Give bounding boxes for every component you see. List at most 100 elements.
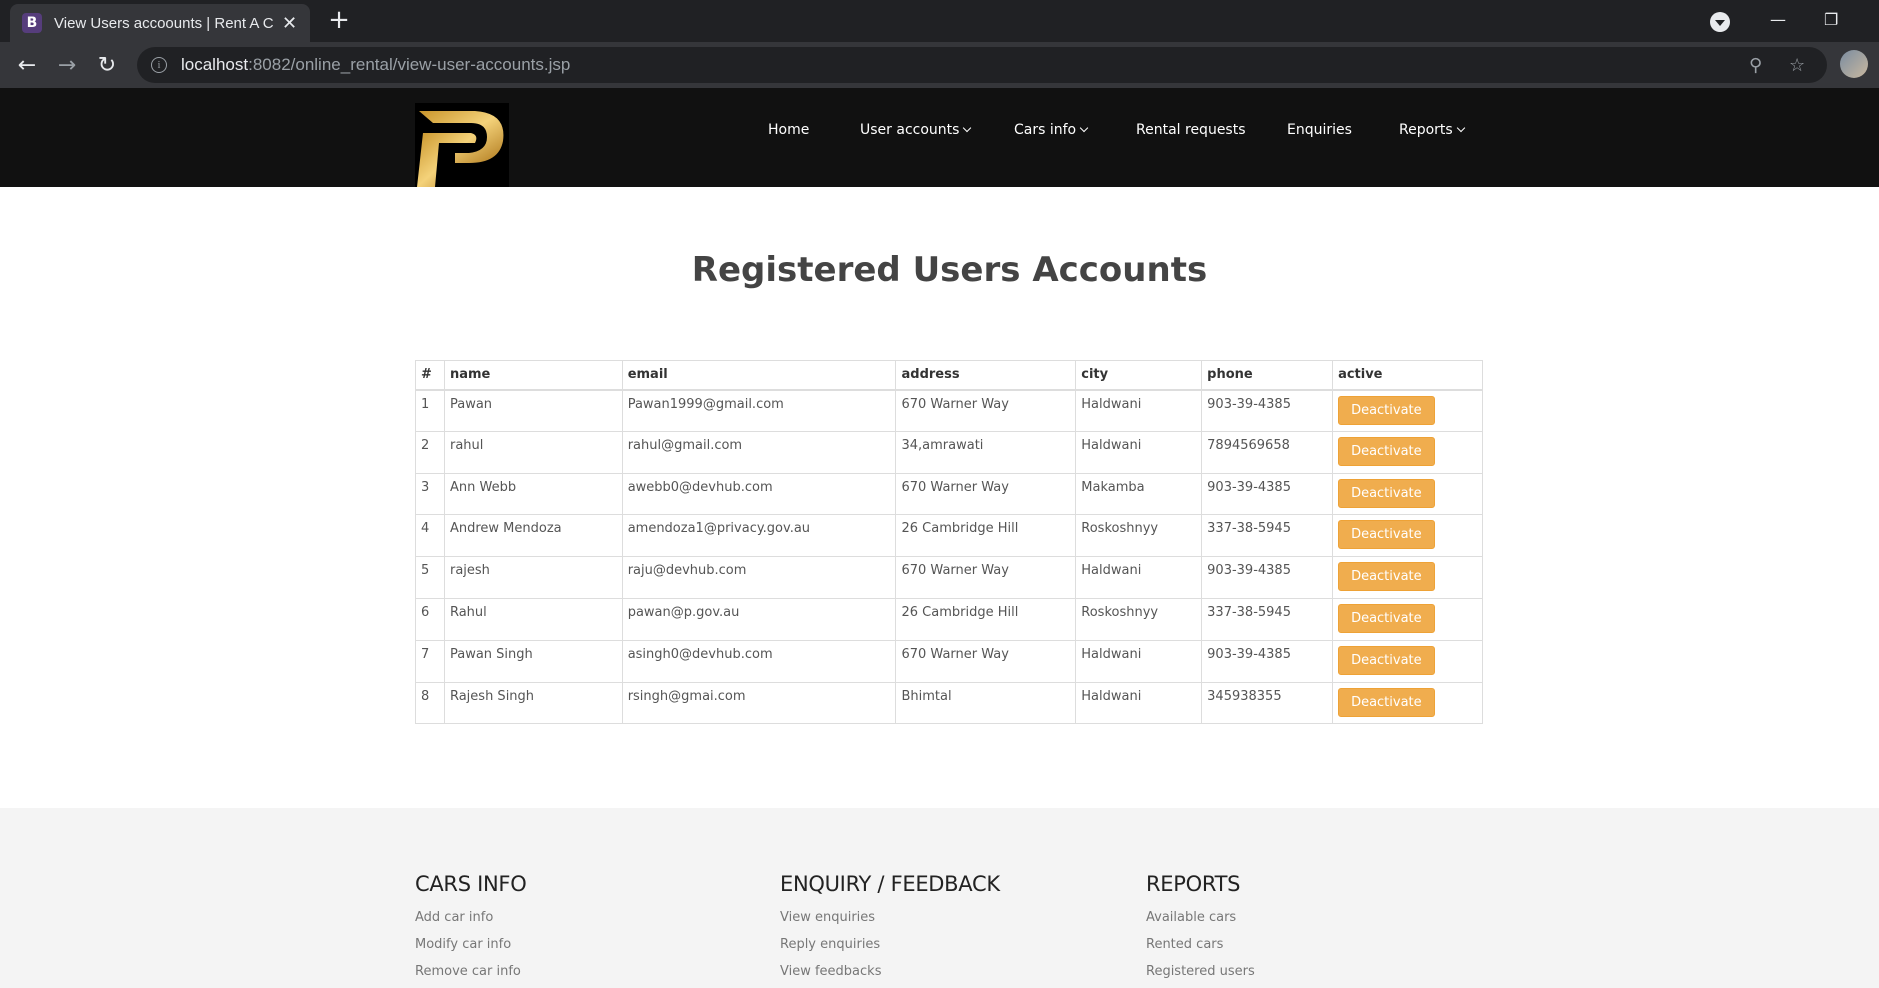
cell-city: Roskoshnyy — [1075, 514, 1203, 558]
cell-name: Pawan Singh — [443, 639, 623, 683]
deactivate-button[interactable]: Deactivate — [1338, 603, 1435, 633]
cell-active: Deactivate — [1332, 472, 1483, 516]
deactivate-button[interactable]: Deactivate — [1338, 478, 1435, 508]
cell-email: Pawan1999@gmail.com — [621, 389, 897, 432]
cell-phone: 903-39-4385 — [1201, 556, 1334, 599]
cell-phone: 337-38-5945 — [1201, 597, 1334, 641]
cell-city: Haldwani — [1075, 389, 1203, 432]
nav-rental-requests[interactable]: Rental requests — [1136, 122, 1246, 138]
cell-email: amendoza1@privacy.gov.au — [621, 514, 897, 558]
footer-link[interactable]: Add car info — [415, 910, 526, 925]
deactivate-button[interactable]: Deactivate — [1338, 520, 1435, 550]
cell-active: Deactivate — [1332, 681, 1483, 725]
cell-number: 1 — [415, 389, 445, 432]
nav-user-accounts[interactable]: User accounts — [860, 122, 972, 138]
cell-name: Rajesh Singh — [443, 681, 623, 725]
cell-email: raju@devhub.com — [621, 556, 897, 599]
cell-city: Haldwani — [1075, 556, 1203, 599]
chevron-down-icon — [963, 123, 972, 133]
minimize-icon[interactable]: — — [1770, 10, 1786, 29]
column-header-phone: phone — [1201, 360, 1334, 391]
site-header: Home User accounts Cars info Rental requ… — [0, 88, 1879, 187]
cell-city: Haldwani — [1075, 681, 1203, 725]
zoom-icon[interactable]: ⚲ — [1749, 55, 1762, 76]
column-header-address: address — [895, 360, 1077, 391]
footer-link[interactable]: Rented cars — [1146, 937, 1255, 952]
table-row: 4 Andrew Mendoza amendoza1@privacy.gov.a… — [415, 514, 1483, 558]
cell-address: 670 Warner Way — [895, 472, 1077, 516]
profile-avatar[interactable] — [1840, 50, 1868, 78]
deactivate-button[interactable]: Deactivate — [1338, 436, 1435, 466]
cell-city: Haldwani — [1075, 639, 1203, 683]
info-icon[interactable]: i — [151, 57, 167, 73]
cell-number: 3 — [415, 472, 445, 516]
table-row: 8 Rajesh Singh rsingh@gmai.com Bhimtal H… — [415, 681, 1483, 725]
cell-phone: 337-38-5945 — [1201, 514, 1334, 558]
table-row: 3 Ann Webb awebb0@devhub.com 670 Warner … — [415, 472, 1483, 516]
nav-reports[interactable]: Reports — [1399, 122, 1465, 138]
chevron-down-icon — [1456, 123, 1465, 133]
cell-phone: 7894569658 — [1201, 430, 1334, 474]
deactivate-button[interactable]: Deactivate — [1338, 562, 1435, 592]
address-bar[interactable]: i localhost:8082/online_rental/view-user… — [137, 47, 1827, 83]
browser-toolbar: ← → ↻ i localhost:8082/online_rental/vie… — [0, 42, 1879, 88]
deactivate-button[interactable]: Deactivate — [1338, 687, 1435, 717]
cell-active: Deactivate — [1332, 389, 1483, 432]
nav-cars-info[interactable]: Cars info — [1014, 122, 1089, 138]
media-control-icon[interactable] — [1710, 12, 1730, 32]
logo-p-mark — [417, 111, 504, 187]
table-header-row: # name email address city phone active — [415, 360, 1483, 391]
bootstrap-favicon-icon: B — [22, 13, 42, 33]
table-row: 5 rajesh raju@devhub.com 670 Warner Way … — [415, 556, 1483, 599]
footer-heading: CARS INFO — [415, 872, 527, 896]
url-text[interactable]: localhost:8082/online_rental/view-user-a… — [181, 55, 570, 75]
cell-phone: 345938355 — [1201, 681, 1334, 725]
cell-phone: 903-39-4385 — [1201, 639, 1334, 683]
column-header-active: active — [1332, 360, 1483, 391]
back-arrow-icon[interactable]: ← — [14, 52, 40, 78]
new-tab-button[interactable]: + — [325, 5, 353, 35]
table-row: 7 Pawan Singh asingh0@devhub.com 670 War… — [415, 639, 1483, 683]
cell-name: Ann Webb — [443, 472, 623, 516]
footer-heading: REPORTS — [1146, 872, 1241, 896]
site-footer: CARS INFO Add car info Modify car info R… — [0, 808, 1879, 988]
page-title: Registered Users Accounts — [691, 250, 1208, 290]
cell-phone: 903-39-4385 — [1201, 472, 1334, 516]
column-header-email: email — [621, 360, 897, 391]
cell-name: Andrew Mendoza — [443, 514, 623, 558]
footer-link[interactable]: Reply enquiries — [780, 937, 1000, 952]
nav-home[interactable]: Home — [768, 122, 809, 138]
browser-tabbar: B View Users accoounts | Rent A Car ✕ + … — [0, 0, 1879, 42]
forward-arrow-icon[interactable]: → — [54, 52, 80, 78]
bookmark-star-icon[interactable]: ☆ — [1789, 55, 1805, 76]
footer-link[interactable]: Registered users — [1146, 964, 1255, 979]
deactivate-button[interactable]: Deactivate — [1338, 395, 1435, 425]
nav-enquiries[interactable]: Enquiries — [1287, 122, 1352, 138]
cell-city: Roskoshnyy — [1075, 597, 1203, 641]
cell-city: Haldwani — [1075, 430, 1203, 474]
footer-link[interactable]: Modify car info — [415, 937, 526, 952]
footer-column-reports: REPORTS Available cars Rented cars Regis… — [1146, 872, 1255, 988]
cell-name: Rahul — [443, 597, 623, 641]
footer-link[interactable]: View feedbacks — [780, 964, 1000, 979]
column-header-name: name — [443, 360, 623, 391]
cell-address: 670 Warner Way — [895, 556, 1077, 599]
cell-address: 670 Warner Way — [895, 639, 1077, 683]
cell-phone: 903-39-4385 — [1201, 389, 1334, 432]
footer-link[interactable]: Remove car info — [415, 964, 526, 979]
cell-name: rajesh — [443, 556, 623, 599]
browser-tab[interactable]: B View Users accoounts | Rent A Car ✕ — [10, 4, 310, 42]
deactivate-button[interactable]: Deactivate — [1338, 645, 1435, 675]
close-tab-icon[interactable]: ✕ — [282, 13, 297, 34]
footer-heading: ENQUIRY / FEEDBACK — [780, 872, 1000, 896]
restore-icon[interactable]: ❐ — [1824, 10, 1838, 29]
cell-email: rahul@gmail.com — [621, 430, 897, 474]
footer-link[interactable]: View enquiries — [780, 910, 1000, 925]
reload-icon[interactable]: ↻ — [94, 52, 120, 78]
cell-name: rahul — [443, 430, 623, 474]
cell-number: 7 — [415, 639, 445, 683]
cell-active: Deactivate — [1332, 430, 1483, 474]
footer-link[interactable]: Available cars — [1146, 910, 1255, 925]
site-logo[interactable] — [415, 103, 509, 187]
table-row: 6 Rahul pawan@p.gov.au 26 Cambridge Hill… — [415, 597, 1483, 641]
